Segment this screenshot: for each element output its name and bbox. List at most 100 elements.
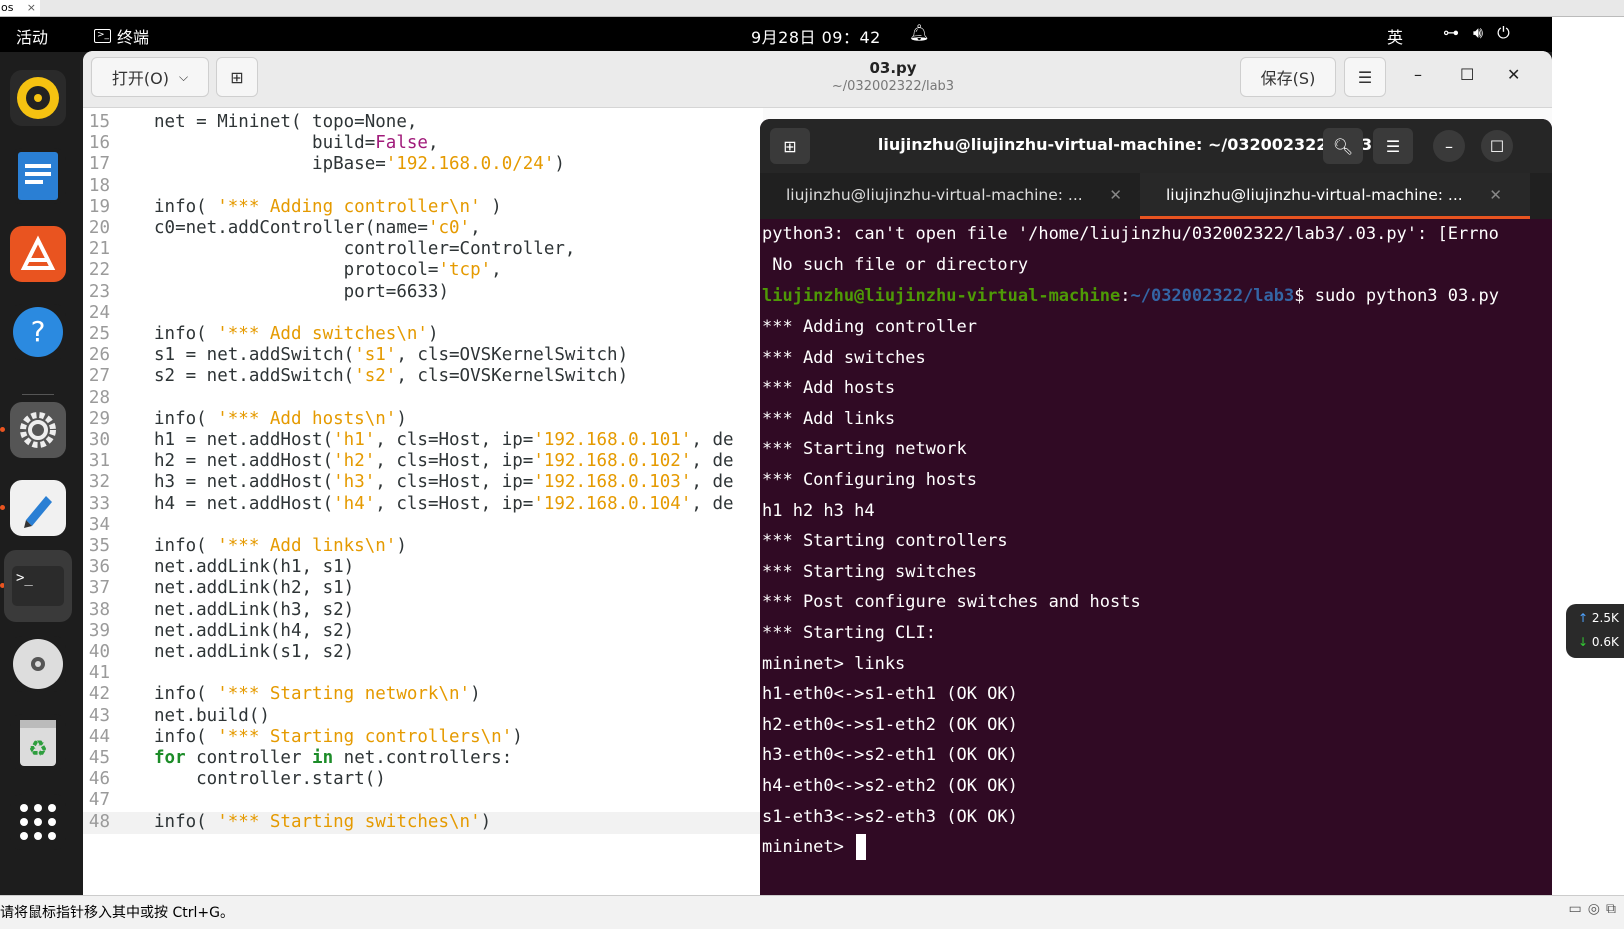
minimize-button[interactable]: – [1414, 65, 1422, 84]
code-line[interactable]: 32 h3 = net.addHost('h3', cls=Host, ip='1… [83, 472, 763, 494]
code-text: s1 = net.addSwitch('s1', cls=OVSKernelSw… [154, 345, 629, 366]
menu-button[interactable]: ☰ [1373, 128, 1413, 164]
code-line[interactable]: 30 h1 = net.addHost('h1', cls=Host, ip='1… [83, 430, 763, 452]
cd-icon[interactable]: ◎ [1588, 901, 1600, 917]
terminal-tabs: liujinzhu@liujinzhu-virtual-machine: ...… [760, 173, 1552, 219]
code-text: h3 = net.addHost('h3', cls=Host, ip='192… [154, 472, 734, 493]
save-button[interactable]: 保存(S) [1240, 57, 1336, 97]
show-apps-icon[interactable] [10, 794, 66, 850]
terminal-output[interactable]: python3: can't open file '/home/liujinzh… [760, 219, 1552, 895]
help-icon[interactable]: ? [10, 304, 66, 360]
code-line[interactable]: 25 info( '*** Add switches\n') [83, 324, 763, 346]
code-line[interactable]: 35 info( '*** Add links\n') [83, 536, 763, 558]
code-text: c0=net.addController(name='c0', [154, 218, 481, 238]
code-line[interactable]: 40 net.addLink(s1, s2) [83, 642, 763, 664]
output-line: h1 h2 h3 h4 [762, 500, 875, 521]
close-icon[interactable]: ✕ [1489, 173, 1502, 216]
code-line[interactable]: 41 [83, 663, 763, 685]
code-text: ipBase='192.168.0.0/24') [154, 154, 565, 175]
disc-icon[interactable] [10, 636, 66, 692]
code-line[interactable]: 18 [83, 176, 763, 198]
line-number: 47 [88, 790, 110, 811]
code-line[interactable]: 47 [83, 790, 763, 812]
code-text: net.addLink(h2, s1) [154, 578, 355, 599]
vm-tab[interactable]: os × [0, 0, 40, 16]
code-line[interactable]: 46 controller.start() [83, 769, 763, 791]
code-line[interactable]: 37 net.addLink(h2, s1) [83, 578, 763, 600]
code-line[interactable]: 20 c0=net.addController(name='c0', [83, 218, 763, 240]
code-line[interactable]: 39 net.addLink(h4, s2) [83, 621, 763, 643]
close-icon[interactable]: × [27, 0, 36, 16]
maximize-button[interactable]: ☐ [1481, 130, 1513, 162]
code-line[interactable]: 42 info( '*** Starting network\n') [83, 684, 763, 706]
status-icons: ▭ ◎ ⧉ [1569, 901, 1616, 917]
line-number: 40 [88, 642, 110, 662]
download-value: 0.6K [1591, 635, 1619, 649]
system-tray[interactable]: ⊶ 🔊︎ ⏻ [1443, 23, 1510, 43]
line-number: 24 [88, 302, 110, 323]
disk-icon[interactable]: ▭ [1569, 901, 1582, 917]
close-icon[interactable]: ✕ [1109, 173, 1122, 217]
menu-button[interactable]: ☰ [1344, 57, 1386, 97]
tab-label: liujinzhu@liujinzhu-virtual-machine: ... [1166, 186, 1463, 204]
search-button[interactable]: 🔍︎ [1323, 128, 1363, 164]
output-line: h4-eth0<->s2-eth2 (OK OK) [762, 776, 1018, 796]
trash-icon[interactable]: ♻ [10, 714, 66, 770]
text-editor-icon[interactable] [10, 480, 66, 536]
mininet-prompt: mininet> [762, 837, 855, 858]
writer-icon[interactable] [10, 148, 66, 204]
code-line[interactable]: 15 net = Mininet( topo=None, [83, 112, 763, 134]
code-line[interactable]: 27 s2 = net.addSwitch('s2', cls=OVSKernel… [83, 366, 763, 388]
terminal-tab[interactable]: liujinzhu@liujinzhu-virtual-machine: ...… [760, 173, 1150, 219]
new-tab-button[interactable]: ⊞ [216, 57, 258, 97]
output-line: *** Adding controller [762, 317, 977, 337]
line-number: 23 [88, 281, 110, 302]
input-method-indicator[interactable]: 英 [1387, 24, 1403, 48]
new-tab-icon: ⊞ [230, 67, 244, 87]
app-menu[interactable]: >_ 终端 [94, 24, 149, 48]
code-line[interactable]: 29 info( '*** Add hosts\n') [83, 409, 763, 431]
code-line[interactable]: 34 [83, 515, 763, 537]
code-line[interactable]: 19 info( '*** Adding controller\n' ) [83, 197, 763, 219]
prompt-command: $ sudo python3 03.py [1294, 286, 1499, 306]
maximize-button[interactable]: ☐ [1460, 65, 1474, 84]
open-label: 打开(O) [111, 69, 169, 88]
terminal-tab-active[interactable]: liujinzhu@liujinzhu-virtual-machine: ...… [1140, 173, 1530, 219]
code-line[interactable]: 22 protocol='tcp', [83, 260, 763, 282]
network-icon[interactable]: ⧉ [1606, 901, 1616, 917]
code-line[interactable]: 24 [83, 303, 763, 325]
code-line[interactable]: 26 s1 = net.addSwitch('s1', cls=OVSKernel… [83, 345, 763, 367]
mininet-prompt-line[interactable]: mininet> [762, 832, 867, 862]
activities-button[interactable]: 活动 [16, 24, 48, 48]
code-line[interactable]: 45 for controller in net.controllers: [83, 748, 763, 770]
svg-text:?: ? [31, 315, 46, 348]
line-number: 31 [88, 451, 110, 472]
rhythmbox-icon[interactable] [10, 70, 66, 126]
code-line[interactable]: 33 h4 = net.addHost('h4', cls=Host, ip='1… [83, 494, 763, 516]
code-text: build=False, [154, 133, 439, 154]
code-editor[interactable]: 15 net = Mininet( topo=None, 16 build=Fals… [83, 108, 763, 895]
code-line[interactable]: 23 port=6633) [83, 282, 763, 304]
app-center-icon[interactable] [10, 226, 66, 282]
line-number: 28 [88, 387, 110, 408]
terminal-dock-icon[interactable]: >_ [4, 550, 72, 622]
open-button[interactable]: 打开(O) ⌵ [91, 57, 209, 97]
code-line[interactable]: 31 h2 = net.addHost('h2', cls=Host, ip='1… [83, 451, 763, 473]
gnome-top-bar: 活动 >_ 终端 9月28日 09：42 🔔︎ 英 ⊶ 🔊︎ ⏻ [0, 17, 1552, 52]
line-number: 43 [88, 705, 110, 726]
minimize-button[interactable]: – [1433, 130, 1465, 162]
code-line[interactable]: 43 net.build() [83, 706, 763, 728]
code-line[interactable]: 17 ipBase='192.168.0.0/24') [83, 154, 763, 176]
code-line[interactable]: 36 net.addLink(h1, s1) [83, 557, 763, 579]
code-line[interactable]: 48 info( '*** Starting switches\n') [83, 811, 763, 834]
close-button[interactable]: ✕ [1507, 65, 1520, 84]
code-line[interactable]: 21 controller=Controller, [83, 239, 763, 261]
settings-icon[interactable] [10, 402, 66, 458]
output-line: h2-eth0<->s1-eth2 (OK OK) [762, 714, 1018, 735]
code-line[interactable]: 38 net.addLink(h3, s2) [83, 600, 763, 622]
new-tab-button[interactable]: ⊞ [770, 128, 810, 164]
code-line[interactable]: 28 [83, 388, 763, 410]
code-line[interactable]: 44 info( '*** Starting controllers\n') [83, 727, 763, 749]
clock[interactable]: 9月28日 09：42 [751, 24, 881, 48]
code-line[interactable]: 16 build=False, [83, 133, 763, 155]
